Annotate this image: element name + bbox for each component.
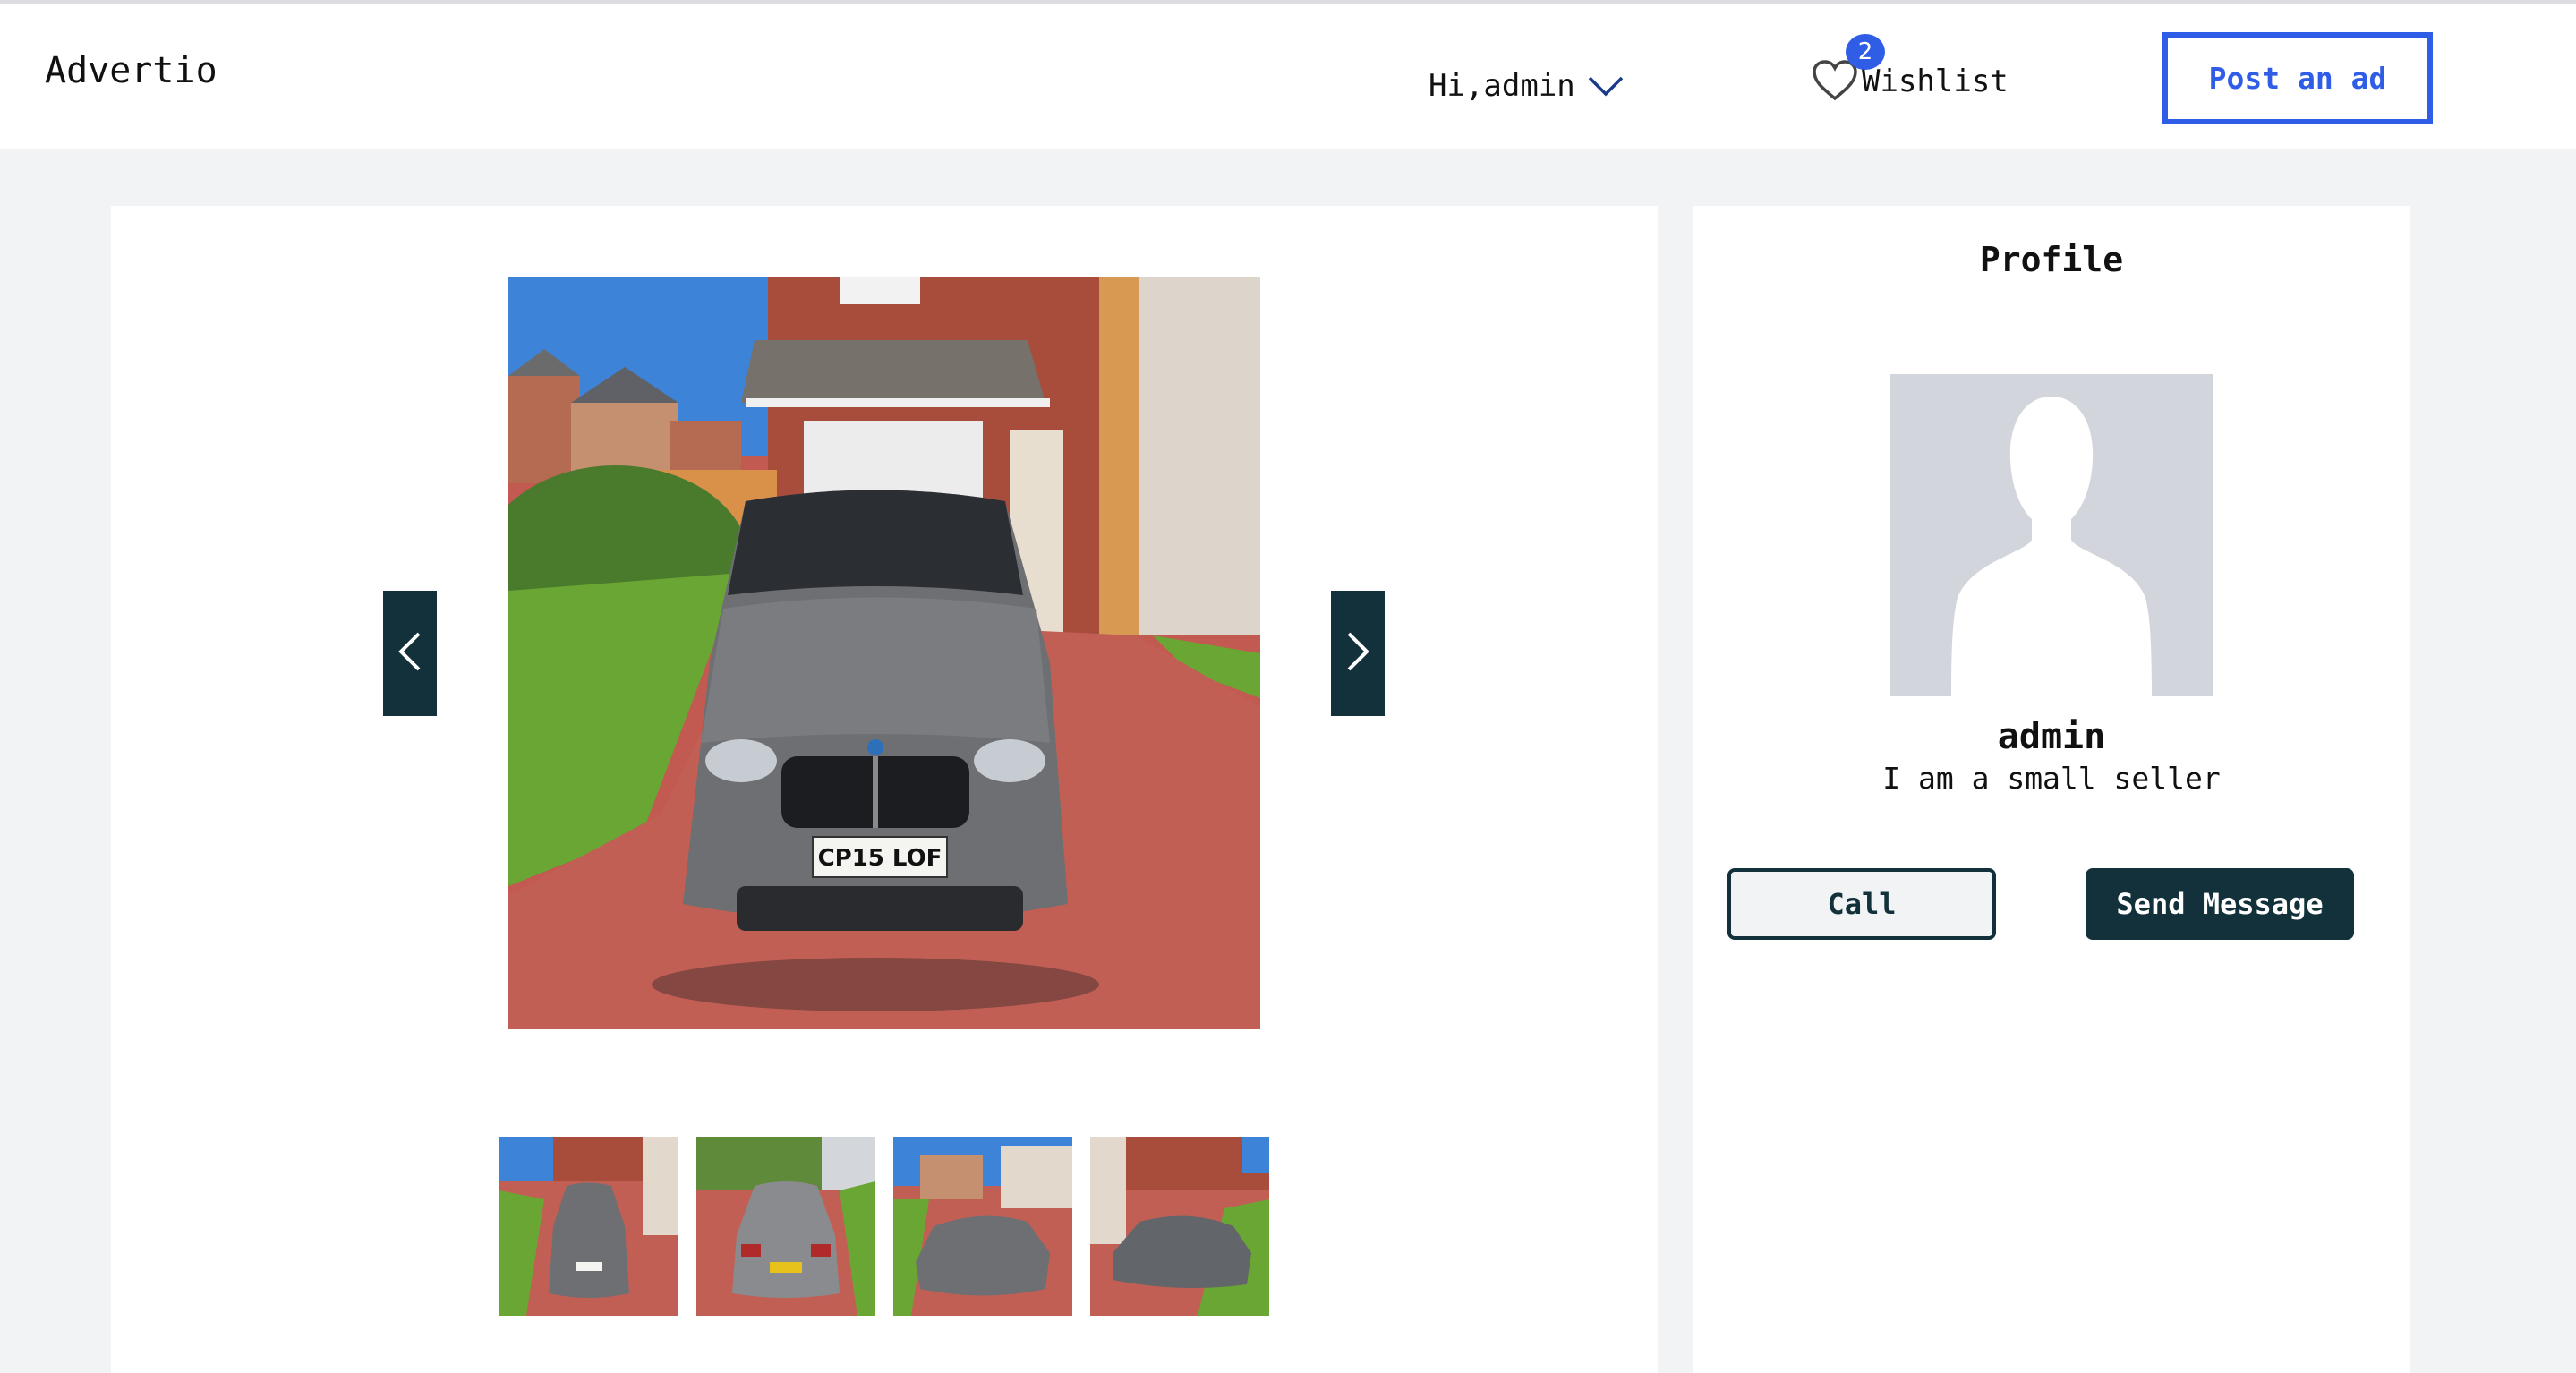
user-silhouette-icon <box>1890 374 2213 696</box>
thumbnail-rear[interactable] <box>696 1137 875 1316</box>
seller-bio: I am a small seller <box>1882 761 2221 796</box>
call-button[interactable]: Call <box>1727 868 1996 940</box>
wishlist-link[interactable]: 2 Wishlist <box>1812 34 2009 104</box>
wishlist-label: Wishlist <box>1862 64 2009 99</box>
site-logo[interactable]: Advertio <box>45 50 218 91</box>
post-ad-button[interactable]: Post an ad <box>2162 32 2433 124</box>
chevron-down-icon <box>1588 75 1624 97</box>
thumbnail-front-left[interactable] <box>893 1137 1072 1316</box>
main-car-photo: CP15 LOF <box>508 277 1260 1029</box>
previous-image-button[interactable] <box>383 591 437 716</box>
chevron-left-icon <box>397 631 422 676</box>
avatar <box>1890 374 2213 696</box>
thumbnail-front[interactable] <box>499 1137 678 1316</box>
next-image-button[interactable] <box>1331 591 1385 716</box>
thumbnail-side[interactable] <box>1090 1137 1269 1316</box>
license-plate: CP15 LOF <box>818 845 943 872</box>
send-message-button[interactable]: Send Message <box>2086 868 2354 940</box>
profile-heading: Profile <box>1979 240 2124 279</box>
chevron-right-icon <box>1345 631 1370 676</box>
site-header: Advertio Hi,admin 2 Wishlist Post an ad <box>0 4 2576 149</box>
user-menu[interactable]: Hi,admin <box>1429 68 1624 104</box>
seller-name: admin <box>1997 716 2106 757</box>
heart-icon: 2 <box>1812 34 1885 104</box>
user-greeting: Hi,admin <box>1429 68 1575 104</box>
wishlist-count-badge: 2 <box>1846 34 1885 70</box>
